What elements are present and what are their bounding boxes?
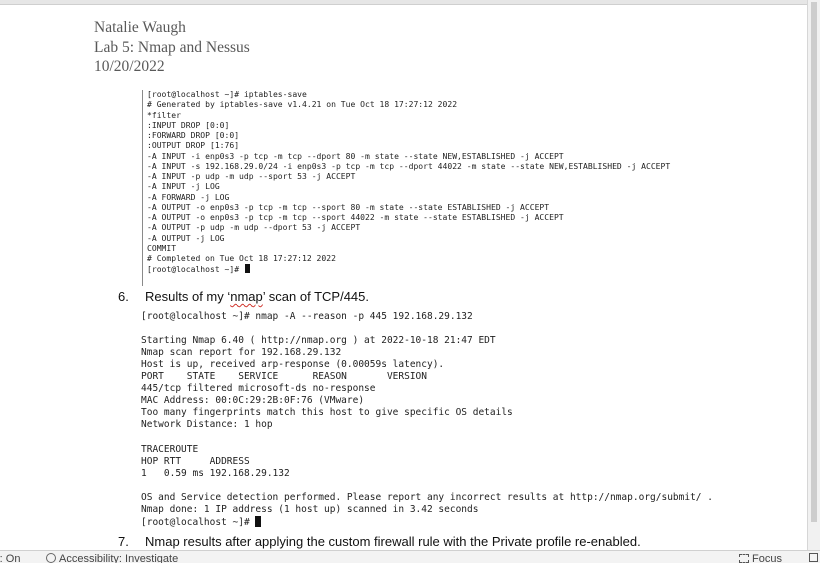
lab-title: Lab 5: Nmap and Nessus xyxy=(94,38,250,56)
iptables-line: # Completed on Tue Oct 18 17:27:12 2022 xyxy=(147,254,336,263)
list-item-6: 6. Results of my ‘nmap’ scan of TCP/445. xyxy=(118,289,369,304)
iptables-screenshot: [root@localhost ~]# iptables-save # Gene… xyxy=(142,90,733,286)
iptables-line: [root@localhost ~]# iptables-save xyxy=(147,90,307,99)
item7-text: Nmap results after applying the custom f… xyxy=(145,534,641,549)
scrollbar-thumb[interactable] xyxy=(811,2,817,522)
iptables-line: -A FORWARD -j LOG xyxy=(147,192,230,202)
nmap-line: Host is up, received arp-response (0.000… xyxy=(141,359,445,371)
iptables-line: # Generated by iptables-save v1.4.21 on … xyxy=(147,100,458,110)
terminal-cursor xyxy=(244,264,250,274)
document-date: 10/20/2022 xyxy=(94,58,165,75)
status-bar: r: On Accessibility: Investigate Focus xyxy=(0,550,820,563)
list-number-7: 7. xyxy=(118,534,129,549)
nmap-line: 445/tcp filtered microsoft-ds no-respons… xyxy=(141,383,376,395)
nmap-line: [root@localhost ~]# nmap -A --reason -p … xyxy=(141,311,473,322)
list-number-6: 6. xyxy=(118,289,129,304)
iptables-line: -A INPUT -j LOG xyxy=(147,182,220,192)
iptables-line: -A OUTPUT -p udp -m udp --dport 53 -j AC… xyxy=(147,223,361,233)
nmap-line: PORT STATE SERVICE REASON VERSION xyxy=(141,371,427,383)
nmap-line: OS and Service detection performed. Plea… xyxy=(141,491,713,503)
iptables-line: :FORWARD DROP [0:0] xyxy=(147,131,240,140)
view-icon xyxy=(809,553,818,562)
iptables-line: -A OUTPUT -j LOG xyxy=(147,233,225,243)
document-page[interactable]: Natalie Waugh Lab 5: Nmap and Nessus 10/… xyxy=(0,5,808,550)
iptables-line: -A OUTPUT -o enp0s3 -p tcp -m tcp --spor… xyxy=(147,202,550,212)
iptables-line: -A INPUT -p udp -m udp --sport 53 -j ACC… xyxy=(147,172,356,181)
nmap-prompt: [root@localhost ~]# xyxy=(141,516,256,528)
iptables-line: :INPUT DROP [0:0] xyxy=(147,120,230,130)
nmap-line: TRACEROUTE xyxy=(141,443,199,455)
nmap-line: HOP RTT ADDRESS xyxy=(141,455,250,467)
nmap-line: 1 0.59 ms 192.168.29.132 xyxy=(141,467,290,479)
list-item-7: 7. Nmap results after applying the custom… xyxy=(118,534,641,549)
item6-text-before: Results of my ‘ xyxy=(145,289,231,304)
iptables-line: -A INPUT -s 192.168.29.0/24 -i enp0s3 -p… xyxy=(147,161,671,171)
nmap-screenshot: [root@localhost ~]# nmap -A --reason -p … xyxy=(141,311,713,529)
author-name: Natalie Waugh xyxy=(94,19,186,36)
iptables-output: [root@localhost ~]# iptables-save # Gene… xyxy=(143,90,733,276)
item6-text-after: ’ scan of TCP/445. xyxy=(262,289,370,304)
iptables-line: COMMIT xyxy=(147,243,177,253)
spellcheck-word[interactable]: nmap xyxy=(230,289,263,304)
nmap-line: MAC Address: 00:0C:29:2B:0F:76 (VMware) xyxy=(141,395,365,407)
nmap-line: Starting Nmap 6.40 ( http://nmap.org ) a… xyxy=(141,335,496,347)
iptables-line: :OUTPUT DROP [1:76] xyxy=(147,141,240,151)
terminal-cursor xyxy=(255,515,262,527)
nmap-output: [root@localhost ~]# nmap -A --reason -p … xyxy=(141,311,713,529)
nmap-line: Nmap scan report for 192.168.29.132 xyxy=(141,347,342,359)
nmap-line: Nmap done: 1 IP address (1 host up) scan… xyxy=(141,503,479,515)
iptables-line: -A OUTPUT -o enp0s3 -p tcp -m tcp --spor… xyxy=(147,213,564,222)
document-header: Natalie Waugh Lab 5: Nmap and Nessus 10/… xyxy=(94,18,250,77)
vertical-scrollbar[interactable] xyxy=(807,0,820,550)
nmap-line: Too many fingerprints match this host to… xyxy=(141,407,513,419)
nmap-line: Network Distance: 1 hop xyxy=(141,419,273,431)
iptables-prompt: [root@localhost ~]# xyxy=(147,265,244,275)
iptables-line: *filter xyxy=(147,110,181,120)
iptables-line: -A INPUT -i enp0s3 -p tcp -m tcp --dport… xyxy=(147,151,564,161)
